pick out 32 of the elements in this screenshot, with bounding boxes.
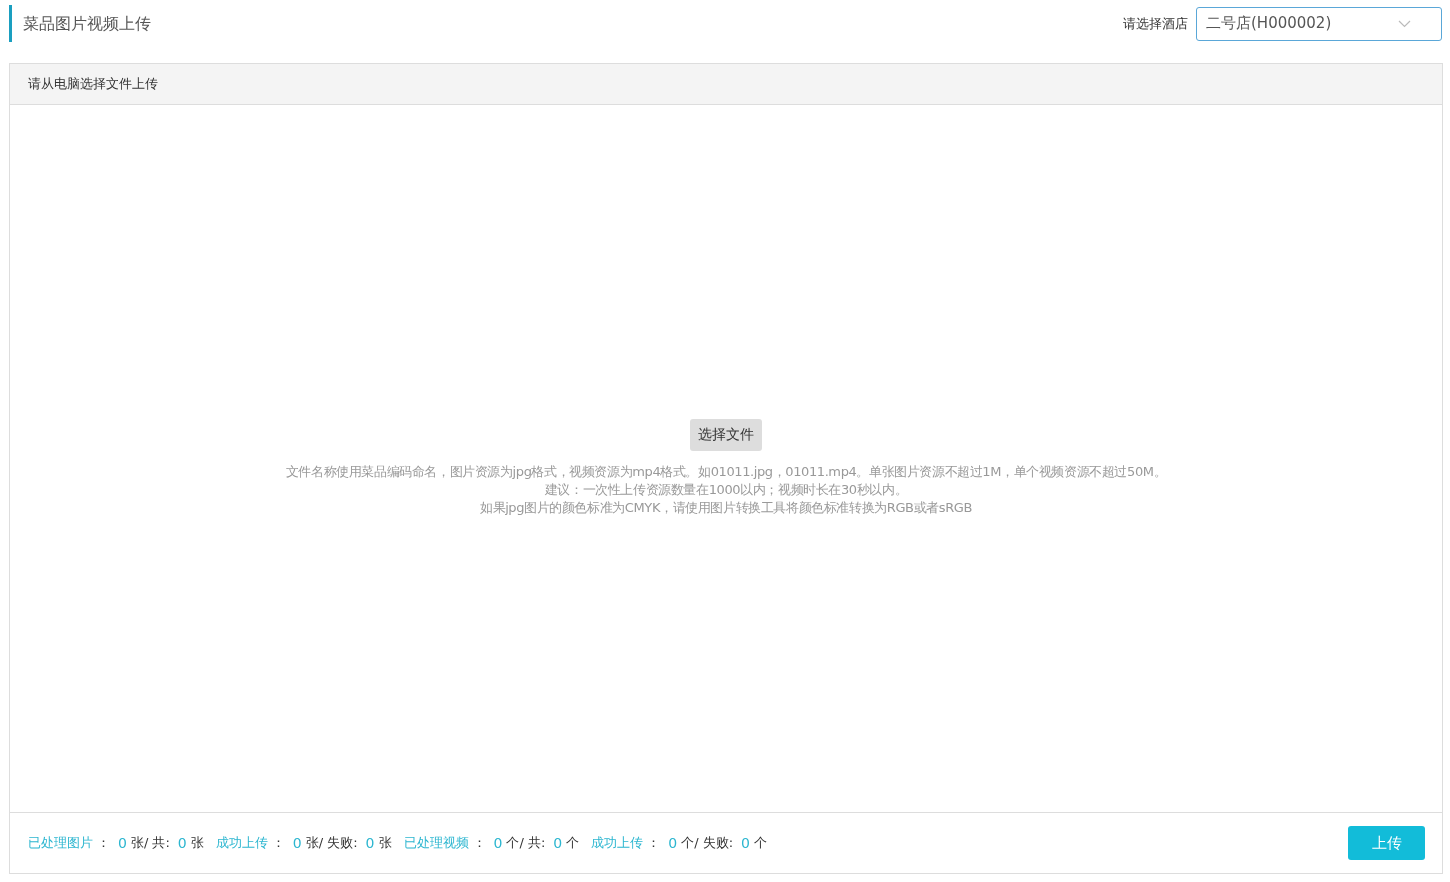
stat-label: 成功上传 — [591, 834, 644, 852]
stat-text: ： — [271, 834, 285, 852]
page-title: 菜品图片视频上传 — [9, 5, 151, 42]
stat-value: 0 — [118, 835, 127, 851]
hotel-select-label: 请选择酒店 — [1123, 14, 1188, 33]
stat-label: 成功上传 — [215, 834, 268, 852]
stat-value: 0 — [493, 835, 503, 851]
stat-value: 0 — [741, 835, 750, 851]
stat-text: 个/ 失败: — [681, 834, 734, 852]
stat-text: ： — [97, 834, 110, 852]
hotel-select[interactable]: 二号店(H000002) — [1196, 6, 1442, 41]
hint-text: 文件名称使用菜品编码命名，图片资源为jpg格式，视频资源为mp4格式。如01011.jpg，01011.mp4。单张图片资源不超过1M，单个视频资源不超过50M。 — [285, 462, 1167, 481]
stat-text: 张 — [378, 834, 392, 852]
stat-value: 0 — [668, 835, 678, 851]
hint-text: 如果jpg图片的颜色标准为CMYK，请使用图片转换工具将颜色标准转换为RGB或者sRGB — [478, 498, 974, 517]
choose-file-button[interactable]: 选择文件 — [690, 418, 762, 451]
stat-label: 已处理图片 — [28, 834, 93, 852]
stat-text: 个/ 共: — [506, 834, 546, 852]
stat-text: 个 — [566, 834, 580, 852]
stat-value: 0 — [177, 835, 187, 851]
stat-value: 0 — [553, 835, 563, 851]
stat-text: ： — [647, 834, 661, 852]
stat-text: ： — [472, 834, 486, 852]
stat-text: 张/ 共: — [130, 834, 170, 852]
stat-label: 已处理视频 — [403, 834, 469, 852]
stat-value: 0 — [365, 835, 375, 851]
stat-value: 0 — [292, 835, 302, 851]
stat-text: 个 — [754, 834, 767, 852]
stat-text: 张/ 失败: — [305, 834, 358, 852]
stat-text: 张 — [190, 834, 204, 852]
panel-header: 请从电脑选择文件上传 — [10, 64, 1442, 105]
chevron-down-icon — [1398, 19, 1411, 28]
